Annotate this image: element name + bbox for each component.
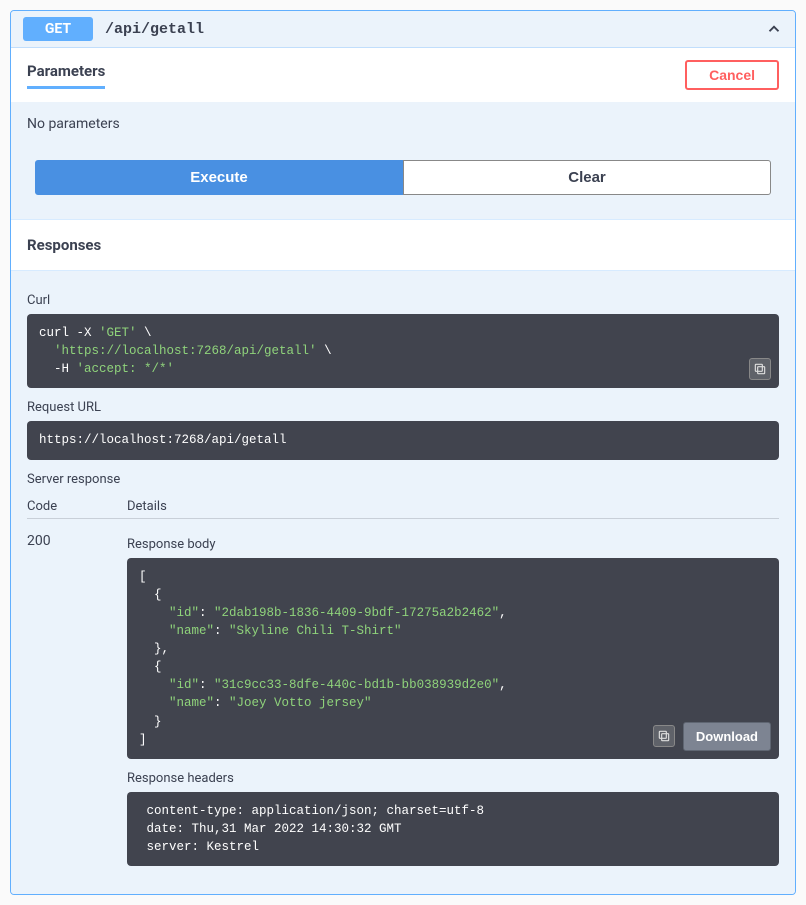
request-url-text: https://localhost:7268/api/getall <box>39 433 287 447</box>
curl-code-block: curl -X 'GET' \ 'https://localhost:7268/… <box>27 314 779 388</box>
response-headers-block: content-type: application/json; charset=… <box>127 792 779 866</box>
body-key: "id" <box>139 678 199 692</box>
server-response-label: Server response <box>27 472 779 487</box>
copy-curl-icon[interactable] <box>749 358 771 380</box>
status-code: 200 <box>27 531 87 549</box>
body-value: "Joey Votto jersey" <box>229 696 372 710</box>
body-key: "name" <box>139 696 214 710</box>
response-headers-label: Response headers <box>127 771 779 786</box>
copy-body-icon[interactable] <box>653 725 675 747</box>
body-line: { <box>139 588 162 602</box>
body-colon: : <box>214 624 229 638</box>
curl-text: curl -X <box>39 326 99 340</box>
responses-body: Curl curl -X 'GET' \ 'https://localhost:… <box>11 271 795 894</box>
curl-indent <box>39 344 54 358</box>
clear-button[interactable]: Clear <box>403 160 771 195</box>
response-body-label: Response body <box>127 537 779 552</box>
curl-accept: 'accept: */*' <box>77 362 175 376</box>
action-buttons-row: Execute Clear <box>27 160 779 195</box>
body-line: ] <box>139 733 147 747</box>
curl-url: 'https://localhost:7268/api/getall' <box>54 344 317 358</box>
endpoint-path: /api/getall <box>105 21 204 38</box>
curl-backslash: \ <box>317 344 332 358</box>
response-body-block: [ { "id": "2dab198b-1836-4409-9bdf-17275… <box>127 558 779 759</box>
curl-backslash: \ <box>137 326 152 340</box>
curl-label: Curl <box>27 293 779 308</box>
no-parameters-text: No parameters <box>27 116 779 132</box>
body-actions: Download <box>653 722 771 751</box>
body-comma: , <box>499 678 507 692</box>
request-url-block: https://localhost:7268/api/getall <box>27 421 779 459</box>
body-line: { <box>139 660 162 674</box>
body-line: }, <box>139 642 169 656</box>
curl-method: 'GET' <box>99 326 137 340</box>
download-button[interactable]: Download <box>683 722 771 751</box>
parameters-body: No parameters Execute Clear <box>11 102 795 219</box>
responses-title: Responses <box>11 219 795 271</box>
body-value: "31c9cc33-8dfe-440c-bd1b-bb038939d2e0" <box>214 678 499 692</box>
response-headers-text: content-type: application/json; charset=… <box>139 804 492 854</box>
code-column-header: Code <box>27 499 87 514</box>
body-colon: : <box>199 678 214 692</box>
response-row: 200 Response body [ { "id": "2dab198b-18… <box>27 531 779 879</box>
body-key: "id" <box>139 606 199 620</box>
operation-header[interactable]: GET /api/getall <box>11 11 795 48</box>
parameters-section-header: Parameters Cancel <box>11 48 795 102</box>
execute-button[interactable]: Execute <box>35 160 403 195</box>
cancel-button[interactable]: Cancel <box>685 60 779 90</box>
body-colon: : <box>214 696 229 710</box>
body-comma: , <box>499 606 507 620</box>
chevron-up-icon[interactable] <box>765 20 783 38</box>
body-value: "Skyline Chili T-Shirt" <box>229 624 402 638</box>
details-column-header: Details <box>127 499 167 514</box>
response-details: Response body [ { "id": "2dab198b-1836-4… <box>127 531 779 879</box>
body-colon: : <box>199 606 214 620</box>
body-line: [ <box>139 570 147 584</box>
body-line: } <box>139 715 162 729</box>
body-value: "2dab198b-1836-4409-9bdf-17275a2b2462" <box>214 606 499 620</box>
curl-h-flag: -H <box>54 362 77 376</box>
response-table-header: Code Details <box>27 493 779 519</box>
curl-indent <box>39 362 54 376</box>
api-operation-panel: GET /api/getall Parameters Cancel No par… <box>10 10 796 895</box>
body-key: "name" <box>139 624 214 638</box>
request-url-label: Request URL <box>27 400 779 415</box>
parameters-title: Parameters <box>27 62 105 89</box>
method-badge: GET <box>23 17 93 41</box>
